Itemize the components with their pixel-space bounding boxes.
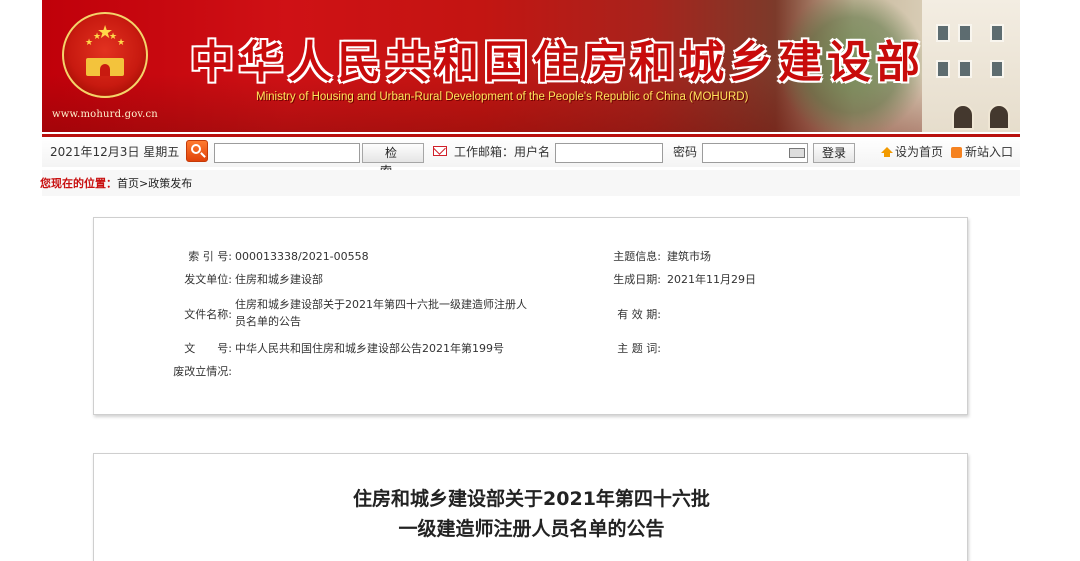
docno-value: 中华人民共和国住房和城乡建设部公告2021年第199号	[235, 342, 504, 355]
emblem-star-icon: ★	[85, 38, 94, 48]
username-input[interactable]	[555, 143, 663, 163]
building-window	[958, 60, 972, 78]
search-input[interactable]	[214, 143, 360, 163]
index-value: 000013338/2021-00558	[235, 250, 369, 263]
docno-label: 文 号:	[184, 342, 232, 355]
top-toolbar: 2021年12月3日 星期五 检索 工作邮箱：用户名 密码 登录 设为首页 新站…	[42, 134, 1020, 178]
breadcrumb: 您现在的位置：首页>政策发布	[40, 177, 192, 191]
building-window	[936, 60, 950, 78]
building-arch	[988, 104, 1010, 130]
breadcrumb-home-link[interactable]: 首页	[117, 177, 139, 190]
site-url: www.mohurd.gov.cn	[52, 109, 158, 120]
breadcrumb-separator: >	[139, 177, 149, 190]
search-button[interactable]: 检索	[362, 143, 424, 178]
lens-handle	[200, 152, 206, 158]
building-arch	[952, 104, 974, 130]
building-window	[990, 60, 1004, 78]
article-card: 住房和城乡建设部关于2021年第四十六批 一级建造师注册人员名单的公告	[93, 453, 968, 561]
mail-icon	[433, 146, 447, 156]
date-value: 2021年11月29日	[667, 273, 756, 286]
validity-label: 有 效 期:	[617, 308, 661, 321]
breadcrumb-current-link[interactable]: 政策发布	[148, 177, 192, 190]
mail-username-label: 工作邮箱：用户名	[454, 145, 551, 159]
site-banner: ★ ★ ★ ★ ★ www.mohurd.gov.cn 中华人民共和国住房和城乡…	[42, 0, 1020, 132]
new-site-link[interactable]: 新站入口	[965, 137, 1013, 167]
keyboard-icon[interactable]	[789, 148, 805, 158]
date-label: 生成日期:	[613, 273, 661, 286]
document-info-card: 索 引 号: 000013338/2021-00558 发文单位: 住房和城乡建…	[93, 217, 968, 415]
emblem-star-icon: ★	[117, 38, 126, 48]
status-label: 废改立情况:	[173, 365, 232, 378]
ministry-title-en: Ministry of Housing and Urban-Rural Deve…	[256, 91, 749, 103]
building-window	[990, 24, 1004, 42]
home-icon	[881, 147, 893, 157]
article-title-line2: 一级建造师注册人员名单的公告	[398, 518, 665, 540]
building-window	[936, 24, 950, 42]
current-date: 2021年12月3日 星期五	[50, 145, 180, 159]
login-button[interactable]: 登录	[813, 143, 855, 163]
banner-building	[922, 0, 1020, 132]
keywords-label: 主 题 词:	[617, 342, 661, 355]
ministry-title-cn: 中华人民共和国住房和城乡建设部	[190, 37, 925, 88]
password-label: 密码	[673, 145, 698, 159]
issuer-value: 住房和城乡建设部	[235, 273, 323, 286]
topic-label: 主题信息:	[613, 250, 661, 263]
filename-value: 住房和城乡建设部关于2021年第四十六批一级建造师注册人员名单的公告	[235, 298, 527, 328]
info-row-filename: 文件名称: 住房和城乡建设部关于2021年第四十六批一级建造师注册人员名单的公告	[94, 296, 534, 332]
national-emblem-icon: ★ ★ ★ ★ ★	[62, 12, 148, 98]
emblem-gate	[86, 58, 124, 76]
new-site-icon	[951, 147, 962, 158]
index-label: 索 引 号:	[188, 250, 232, 263]
set-homepage-link[interactable]: 设为首页	[895, 137, 943, 167]
breadcrumb-prefix: 您现在的位置：	[40, 177, 117, 190]
emblem-star-icon: ★	[93, 32, 102, 42]
building-window	[958, 24, 972, 42]
search-icon[interactable]	[186, 140, 208, 162]
filename-label: 文件名称:	[184, 308, 232, 321]
issuer-label: 发文单位:	[184, 273, 232, 286]
topic-value: 建筑市场	[667, 250, 711, 263]
article-title: 住房和城乡建设部关于2021年第四十六批 一级建造师注册人员名单的公告	[94, 484, 969, 544]
emblem-star-icon: ★	[109, 32, 118, 42]
article-title-line1: 住房和城乡建设部关于2021年第四十六批	[353, 488, 710, 510]
